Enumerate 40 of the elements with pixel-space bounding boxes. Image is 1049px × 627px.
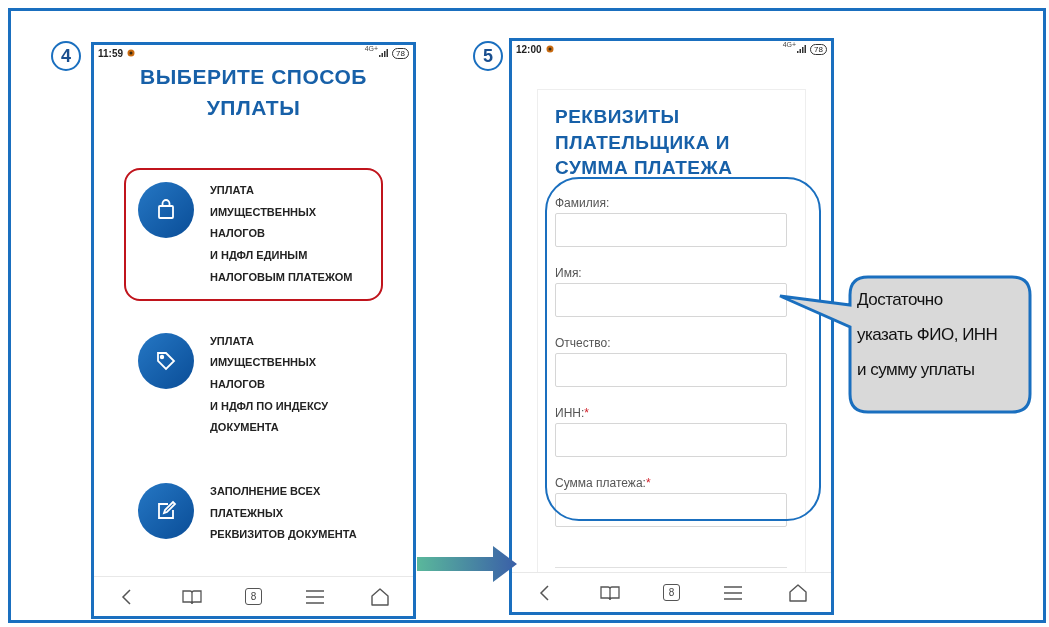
field-label: Сумма платежа:	[555, 474, 646, 491]
tabs-button[interactable]: 8	[244, 588, 262, 605]
step-number: 5	[473, 41, 503, 71]
text-input[interactable]	[555, 212, 787, 247]
required-asterisk: *	[584, 404, 589, 421]
option-label: УПЛАТА ИМУЩЕСТВЕННЫХ НАЛОГОВ И НДФЛ ПО ИНДЕКСУ ДОКУМЕНТА	[210, 333, 329, 436]
status-time: 12:00	[516, 42, 542, 57]
form-title: РЕКВИЗИТЫ ПЛАТЕЛЬЩИКА И СУММА ПЛАТЕЖА	[555, 105, 734, 180]
page-title: ВЫБЕРИТЕ СПОСОБ УПЛАТЫ	[139, 64, 368, 121]
home-icon	[788, 582, 809, 603]
app-notification-icon	[127, 49, 136, 57]
book-icon	[599, 584, 620, 601]
menu-icon	[724, 585, 743, 600]
back-icon	[538, 583, 551, 602]
arrow-icon	[417, 546, 517, 582]
option-label: ЗАПОЛНЕНИЕ ВСЕХ ПЛАТЕЖНЫХ РЕКВИЗИТОВ ДОКУМЕНТА	[210, 484, 357, 543]
tabs-button[interactable]: 8	[662, 584, 680, 601]
payment-option[interactable]: УПЛАТА ИМУЩЕСТВЕННЫХ НАЛОГОВ И НДФЛ ПО ИНДЕКСУ ДОКУМЕНТА	[124, 318, 383, 452]
app-notification-icon	[545, 45, 554, 53]
text-input[interactable]	[555, 352, 787, 387]
text-input[interactable]	[555, 422, 787, 457]
menu-icon	[306, 589, 325, 604]
signal-icon	[379, 49, 390, 57]
payment-option[interactable]: УПЛАТА ИМУЩЕСТВЕННЫХ НАЛОГОВ И НДФЛ ЕДИНЫМ НАЛОГОВЫМ ПЛАТЕЖОМ	[124, 168, 383, 301]
field-label: ИНН:	[555, 404, 585, 421]
required-asterisk: *	[645, 474, 651, 491]
callout-text: Достаточно указать ФИО, ИНН и сумму уплаты	[857, 289, 998, 381]
field-label: Отчество:	[555, 334, 611, 351]
text-input[interactable]	[555, 492, 787, 527]
home-icon	[370, 586, 391, 607]
text-input[interactable]	[555, 282, 787, 317]
option-label: УПЛАТА ИМУЩЕСТВЕННЫХ НАЛОГОВ И НДФЛ ЕДИНЫМ НАЛОГОВЫМ ПЛАТЕЖОМ	[210, 183, 353, 285]
back-icon	[120, 587, 133, 606]
field-label: Имя:	[555, 264, 582, 281]
step-number: 4	[51, 41, 81, 71]
book-icon	[181, 588, 202, 605]
field-label: Фамилия:	[555, 194, 610, 211]
status-time: 11:59	[98, 46, 124, 61]
payment-option[interactable]: ЗАПОЛНЕНИЕ ВСЕХ ПЛАТЕЖНЫХ РЕКВИЗИТОВ ДОКУМЕНТА	[124, 469, 383, 559]
signal-icon	[797, 45, 808, 53]
